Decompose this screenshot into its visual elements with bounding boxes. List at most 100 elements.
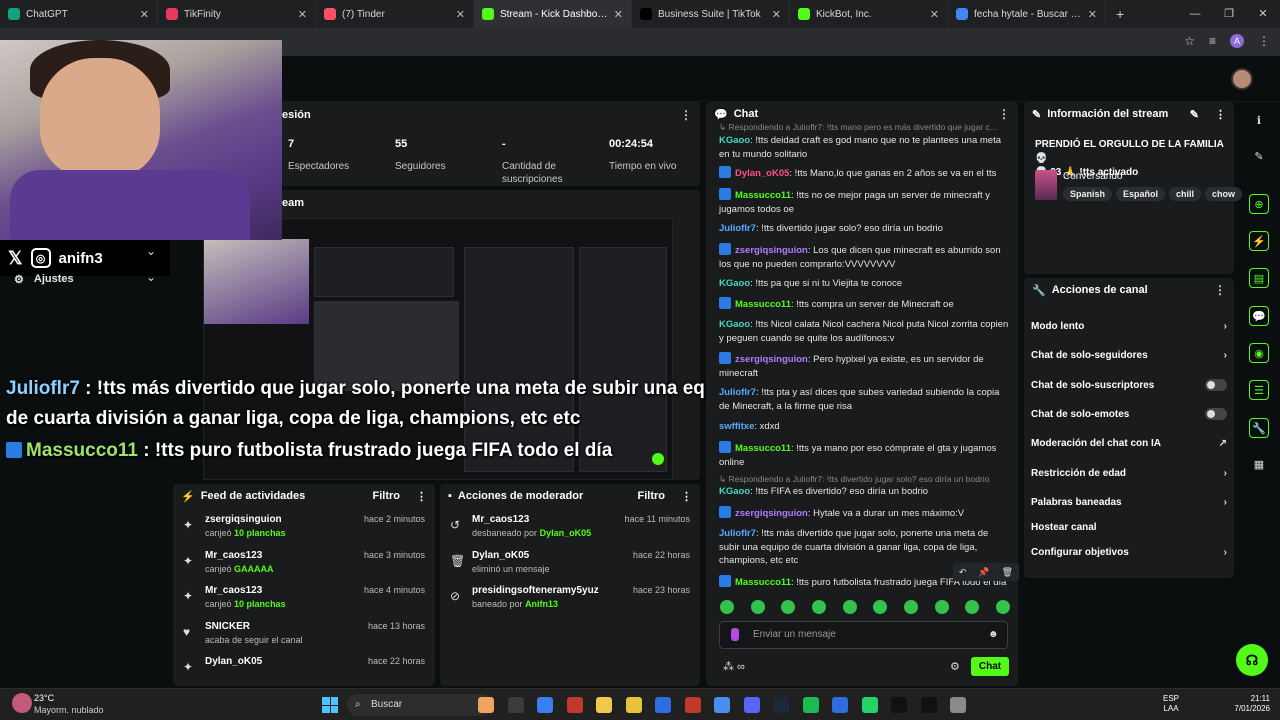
support-headset-icon[interactable]: ☊	[1236, 644, 1268, 676]
app-icon[interactable]	[832, 697, 848, 713]
chat-username[interactable]: zsergiqsinguion	[735, 245, 808, 256]
channel-action-item[interactable]: Palabras baneadas ›	[1031, 494, 1227, 510]
bookmark-star-icon[interactable]: ☆	[1184, 34, 1195, 48]
session-menu-icon[interactable]: ⋮	[680, 108, 692, 122]
chat-username[interactable]: KGaoo	[719, 135, 750, 146]
reading-list-icon[interactable]: ≡	[1209, 34, 1216, 48]
emote-icon[interactable]	[750, 600, 765, 614]
browser-tab[interactable]: fecha hytale - Buscar con Goog… ✕	[948, 0, 1106, 28]
whatsapp-icon[interactable]	[861, 697, 878, 713]
discord-icon[interactable]	[743, 697, 760, 713]
channel-action-item[interactable]: Modo lento ›	[1031, 318, 1227, 334]
event-user[interactable]: Mr_caos123	[205, 550, 262, 561]
channel-action-item[interactable]: Hostear canal	[1031, 519, 1227, 535]
emote-icon[interactable]	[903, 600, 918, 614]
app-icon[interactable]	[478, 697, 494, 713]
chat-username[interactable]: KGaoo	[719, 486, 750, 497]
emote-icon[interactable]	[720, 600, 734, 614]
chat-username[interactable]: Julioflr7	[719, 387, 756, 398]
stream-tag[interactable]: Español	[1116, 187, 1166, 201]
tab-close-icon[interactable]: ✕	[298, 8, 307, 21]
mod-menu-icon[interactable]: ⋮	[681, 490, 692, 503]
chat-username[interactable]: Massucco11	[735, 443, 791, 454]
chat-message[interactable]: KGaoo: !tts pa que si ni tu Viejita te c…	[719, 277, 1009, 291]
feed-menu-icon[interactable]: ⋮	[416, 490, 427, 503]
browser-tab[interactable]: Business Suite | TikTok ✕	[632, 0, 790, 28]
chat-username[interactable]: zsergiqsinguion	[735, 354, 808, 365]
tab-close-icon[interactable]: ✕	[614, 8, 623, 21]
chat-reply-context[interactable]: ↳ Respondiendo a Julioflr7: !tts mano pe…	[719, 121, 1009, 135]
input-language[interactable]: ESP LAA	[1163, 694, 1179, 714]
event-user[interactable]: Dylan_oK05	[472, 550, 529, 561]
browser-tab[interactable]: KickBot, Inc. ✕	[790, 0, 948, 28]
event-user[interactable]: Mr_caos123	[205, 585, 262, 596]
users-icon[interactable]: ☰	[1249, 380, 1269, 400]
tab-close-icon[interactable]: ✕	[1088, 8, 1097, 21]
edit-icon[interactable]: ✎	[1249, 146, 1269, 166]
channel-action-item[interactable]: Configurar objetivos ›	[1031, 544, 1227, 560]
emote-icon[interactable]	[995, 600, 1010, 614]
chat-message[interactable]: KGaoo: !tts Nicol calata Nicol cachera N…	[719, 318, 1009, 345]
activity-feed-item[interactable]: ✦ zsergiqsinguion canjeó 10 planchas hac…	[173, 510, 435, 546]
calendar-icon[interactable]: ▦	[1249, 454, 1269, 474]
stream-tag[interactable]: chill	[1169, 187, 1202, 201]
chevron-down-icon[interactable]: ⌄	[146, 270, 156, 284]
moderator-action-item[interactable]: ⊘ presidingsofteneramy5yuz baneado por A…	[440, 581, 700, 617]
chat-message[interactable]: Julioflr7: !tts más divertido que jugar …	[719, 527, 1009, 568]
stream-info-menu-icon[interactable]: ⋮	[1215, 108, 1226, 121]
chat-username[interactable]: Dylan_oK05	[735, 168, 789, 179]
tiktok-icon[interactable]	[891, 697, 907, 713]
chat-message[interactable]: KGaoo: !tts FIFA es divertido? eso diría…	[719, 485, 1009, 499]
chat-username[interactable]: KGaoo	[719, 319, 750, 330]
event-user[interactable]: zsergiqsinguion	[205, 514, 282, 525]
channel-action-item[interactable]: Restricción de edad ›	[1031, 465, 1227, 481]
browser-tab[interactable]: TikFinity ✕	[158, 0, 316, 28]
points-icon[interactable]: ⁂ ∞	[723, 660, 745, 673]
chat-username[interactable]: Julioflr7	[719, 528, 756, 539]
app-icon[interactable]	[566, 697, 583, 713]
obs-icon[interactable]	[950, 697, 966, 713]
emote-icon[interactable]	[965, 600, 980, 614]
wrench-icon[interactable]: 🔧	[1249, 418, 1269, 438]
channel-action-item[interactable]: Moderación del chat con IA ↗	[1031, 435, 1227, 451]
chat-message[interactable]: KGaoo: !tts deidad craft es god mano que…	[719, 134, 1009, 161]
tab-close-icon[interactable]: ✕	[456, 8, 465, 21]
app-icon[interactable]	[684, 697, 701, 713]
moderator-action-item[interactable]: 🗑 Dylan_oK05 eliminó un mensaje hace 22 …	[440, 546, 700, 582]
chat-username[interactable]: zsergiqsinguion	[735, 508, 808, 519]
chat-username[interactable]: Massucco11	[735, 299, 791, 310]
stream-tag[interactable]: chow	[1205, 187, 1243, 201]
steam-icon[interactable]	[773, 697, 789, 713]
emote-icon[interactable]	[811, 600, 826, 614]
app-icon[interactable]	[920, 697, 937, 713]
mod-filter-button[interactable]: Filtro	[638, 490, 666, 502]
chat-send-button[interactable]: Chat	[971, 657, 1009, 676]
new-tab-button[interactable]: +	[1106, 6, 1134, 22]
broadcast-icon[interactable]: ◉	[1249, 343, 1269, 363]
store-icon[interactable]	[625, 697, 642, 713]
chat-menu-icon[interactable]: ⋮	[998, 107, 1010, 121]
chat-input[interactable]: Enviar un mensaje	[719, 621, 1008, 649]
event-user[interactable]: SNICKER	[205, 621, 250, 632]
activity-feed-item[interactable]: ✦ Mr_caos123 canjeó 10 planchas hace 4 m…	[173, 581, 435, 617]
chat-username[interactable]: Massucco11	[735, 577, 791, 588]
activity-feed-item[interactable]: ✦ Dylan_oK05 hace 22 horas	[173, 652, 435, 688]
info-icon[interactable]: ℹ	[1249, 110, 1269, 130]
close-window-button[interactable]: ✕	[1246, 0, 1280, 28]
chat-username[interactable]: Julioflr7	[719, 223, 756, 234]
settings-row[interactable]: ⚙ Ajustes	[14, 273, 74, 286]
chat-message[interactable]: zsergiqsinguion: Los que dicen que minec…	[719, 243, 1009, 271]
profile-avatar[interactable]: A	[1230, 34, 1244, 48]
clock[interactable]: 21:11 7/01/2026	[1222, 694, 1270, 714]
channel-action-item[interactable]: Chat de solo-suscriptores	[1031, 377, 1227, 393]
pin-icon[interactable]: 📌	[978, 567, 989, 578]
edit-stream-icon[interactable]: ✎	[1190, 108, 1199, 121]
chat-icon[interactable]: 💬	[1249, 306, 1269, 326]
copilot-icon[interactable]	[537, 697, 553, 713]
maximize-button[interactable]: ❐	[1212, 0, 1246, 28]
user-avatar[interactable]	[1231, 68, 1253, 90]
browser-tab[interactable]: ChatGPT ✕	[0, 0, 158, 28]
feed-filter-button[interactable]: Filtro	[373, 490, 401, 502]
edge-icon[interactable]	[655, 697, 671, 713]
chat-message[interactable]: Julioflr7: !tts divertido jugar solo? es…	[719, 222, 1009, 236]
